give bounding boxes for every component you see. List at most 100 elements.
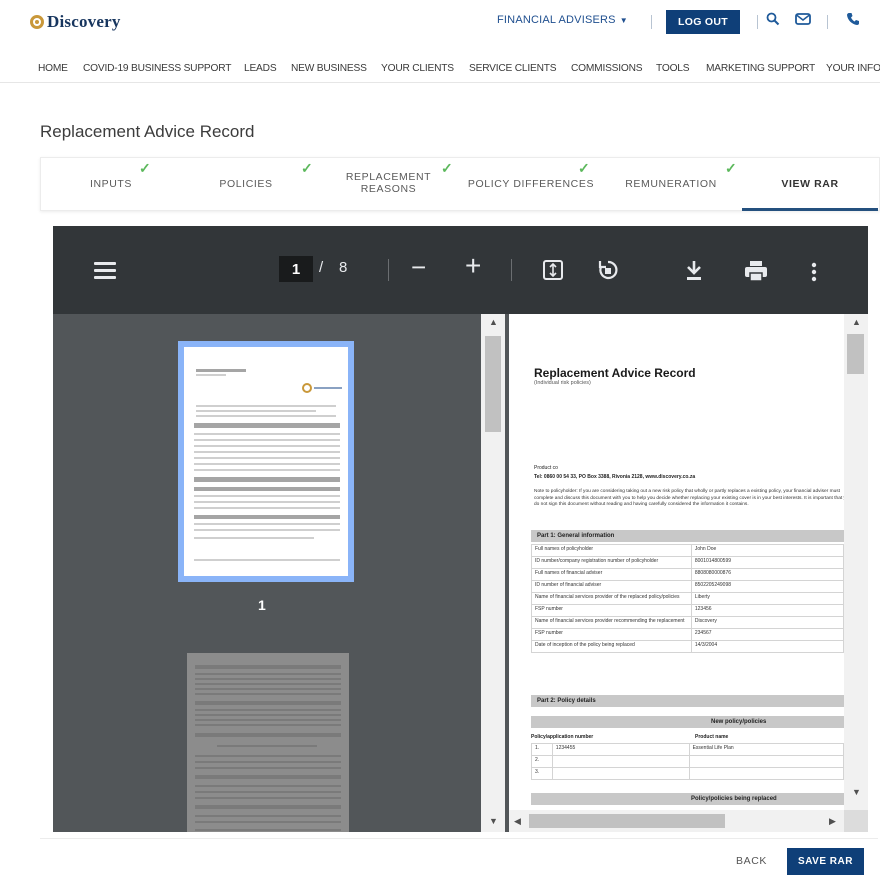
thumb-line: [217, 745, 317, 747]
scroll-right-icon[interactable]: ▶: [829, 816, 836, 827]
thumb-line: [196, 374, 226, 376]
nav-marketing-support[interactable]: MARKETING SUPPORT: [706, 63, 815, 74]
nav-your-info[interactable]: YOUR INFO: [826, 63, 880, 74]
policyholder-note: Note to policyholder: If you are conside…: [534, 489, 844, 507]
thumb-line: [195, 829, 341, 831]
table-row: FSP number 234567: [531, 628, 844, 641]
scrollbar-thumb[interactable]: [847, 334, 864, 374]
more-options-icon[interactable]: [811, 262, 817, 287]
search-icon[interactable]: [766, 12, 780, 31]
step-label: VIEW RAR: [781, 178, 839, 190]
nav-your-clients[interactable]: YOUR CLIENTS: [381, 63, 454, 74]
thumb-line: [195, 815, 341, 817]
nav-tools[interactable]: TOOLS: [656, 63, 690, 74]
step-replacement-reasons[interactable]: REPLACEMENT REASONS ✓: [331, 158, 453, 210]
page-number-input[interactable]: 1: [279, 256, 313, 282]
nav-leads[interactable]: LEADS: [244, 63, 277, 74]
field-value: 14/3/2004: [690, 640, 844, 653]
mail-icon[interactable]: [795, 12, 811, 31]
scroll-up-icon[interactable]: ▲: [489, 317, 498, 327]
scrollbar-thumb[interactable]: [529, 814, 725, 828]
field-value: Discovery: [690, 616, 844, 629]
thumb-line: [195, 767, 341, 769]
step-label: POLICIES: [219, 178, 273, 190]
download-icon[interactable]: [684, 259, 704, 286]
document-page: Replacement Advice Record (Individual ri…: [509, 314, 844, 810]
field-label: ID number/company registration number of…: [531, 556, 692, 569]
table-row: ID number of financial adviser 8502205249…: [531, 580, 844, 593]
thumb-line: [195, 797, 341, 799]
thumb-line: [194, 523, 340, 525]
nav-commissions[interactable]: COMMISSIONS: [571, 63, 643, 74]
thumb-line: [195, 761, 341, 763]
field-label: Full names of policyholder: [531, 544, 692, 557]
thumb-line: [195, 791, 341, 793]
zoom-out-button[interactable]: −: [411, 254, 426, 280]
thumb-line: [195, 688, 341, 690]
new-policies-heading: New policy/policies: [531, 716, 844, 728]
field-value: 123456: [690, 604, 844, 617]
wizard-steps: INPUTS ✓ POLICIES ✓ REPLACEMENT REASONS ✓…: [40, 157, 880, 211]
step-policy-differences[interactable]: POLICY DIFFERENCES ✓: [461, 158, 601, 210]
step-label-line2: REASONS: [360, 183, 417, 195]
step-label: POLICY DIFFERENCES: [467, 178, 595, 190]
scroll-up-icon[interactable]: ▲: [852, 317, 861, 327]
table-row: Date of inception of the policy being re…: [531, 640, 844, 653]
financial-advisers-menu[interactable]: FINANCIAL ADVISERS ▼: [497, 14, 628, 26]
rotate-icon[interactable]: [596, 258, 620, 287]
thumb-line: [194, 433, 340, 435]
step-label-line1: REPLACEMENT: [345, 171, 432, 183]
nav-home[interactable]: HOME: [38, 63, 68, 74]
phone-icon[interactable]: [846, 12, 860, 31]
thumb-line: [194, 495, 340, 497]
thumb-line: [194, 559, 340, 561]
footer-actions: BACK SAVE RAR: [40, 838, 878, 883]
table-row: Name of financial services provider of t…: [531, 592, 844, 605]
menu-icon[interactable]: [94, 262, 116, 279]
step-label: REPLACEMENT REASONS: [331, 171, 446, 195]
scroll-down-icon[interactable]: ▼: [489, 816, 498, 826]
back-button[interactable]: BACK: [736, 855, 767, 867]
replaced-policies-heading: Policy/policies being replaced: [531, 793, 844, 805]
document-scrollbar[interactable]: ▲ ▼: [844, 314, 868, 810]
horizontal-scrollbar[interactable]: ◀ ▶: [509, 810, 844, 832]
field-value: 8001014800599: [690, 556, 844, 569]
step-policies[interactable]: POLICIES ✓: [191, 158, 312, 210]
step-label: INPUTS: [89, 178, 133, 190]
save-rar-button[interactable]: SAVE RAR: [787, 848, 864, 875]
general-info-table: Full names of policyholder John Doe ID nu…: [531, 544, 844, 653]
nav-covid-support[interactable]: COVID-19 BUSINESS SUPPORT: [83, 63, 231, 74]
discovery-logo[interactable]: Discovery: [30, 12, 121, 32]
fit-page-icon[interactable]: [542, 259, 564, 286]
step-inputs[interactable]: INPUTS ✓: [61, 158, 161, 210]
scrollbar-thumb[interactable]: [485, 336, 501, 432]
nav-new-business[interactable]: NEW BUSINESS: [291, 63, 367, 74]
step-remuneration[interactable]: REMUNERATION ✓: [611, 158, 737, 210]
chevron-down-icon: ▼: [619, 16, 628, 25]
logout-button[interactable]: LOG OUT: [666, 10, 740, 34]
thumb-logo-icon: [302, 383, 312, 393]
divider: [827, 15, 828, 29]
scroll-down-icon[interactable]: ▼: [852, 787, 861, 797]
scroll-left-icon[interactable]: ◀: [514, 816, 521, 827]
nav-service-clients[interactable]: SERVICE CLIENTS: [469, 63, 557, 74]
policy-number: [551, 755, 690, 768]
thumb-line: [196, 415, 336, 417]
page-thumbnail-2[interactable]: [187, 653, 349, 832]
field-label: Name of financial services provider of t…: [531, 592, 692, 605]
thumb-line: [195, 701, 341, 705]
thumb-line: [194, 487, 340, 491]
checkmark-icon: ✓: [301, 160, 314, 176]
page-thumbnail-1[interactable]: [178, 341, 354, 582]
thumbnail-scrollbar[interactable]: ▲ ▼: [481, 314, 505, 832]
print-icon[interactable]: [743, 260, 769, 287]
thumb-line: [195, 755, 341, 757]
product-name: [688, 755, 844, 768]
page-separator: /: [319, 259, 324, 276]
page-total: 8: [339, 259, 348, 276]
step-view-rar[interactable]: VIEW RAR: [742, 158, 878, 211]
thumb-line: [196, 405, 336, 407]
zoom-in-button[interactable]: +: [465, 252, 481, 280]
field-label: FSP number: [531, 628, 692, 641]
top-bar: Discovery FINANCIAL ADVISERS ▼ LOG OUT: [0, 0, 880, 46]
